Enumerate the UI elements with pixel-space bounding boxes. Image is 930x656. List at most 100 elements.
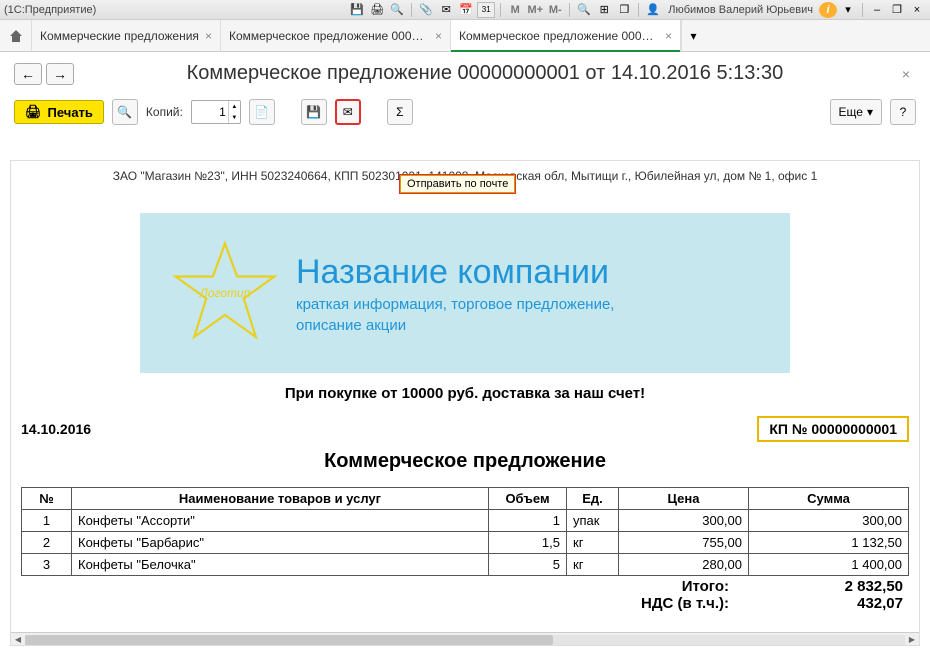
table-row: 1Конфеты "Ассорти"1упак300,00300,00 <box>22 510 909 532</box>
about-dropdown-icon[interactable]: ▾ <box>839 2 857 18</box>
info-icon[interactable]: i <box>819 2 837 18</box>
tab-commercial-offers[interactable]: Коммерческие предложения × <box>32 20 221 51</box>
cell-num: 3 <box>22 554 72 576</box>
copies-input-wrap: ▲▼ <box>191 100 241 124</box>
cell-price: 280,00 <box>619 554 749 576</box>
table-row: 2Конфеты "Барбарис"1,5кг755,001 132,50 <box>22 532 909 554</box>
calc-icon[interactable]: ⊞ <box>595 2 613 18</box>
tab-close-icon[interactable]: × <box>435 29 442 43</box>
document-date: 14.10.2016 <box>21 421 91 437</box>
header-name: Наименование товаров и услуг <box>72 488 489 510</box>
more-label: Еще <box>839 105 863 119</box>
page-header: ← → Коммерческое предложение 00000000001… <box>0 52 930 95</box>
titlebar-icons: 💾 🖨 🔍 📎 ✉ 📅 31 M M+ M- 🔍 ⊞ ❐ 👤 Любимов В… <box>348 2 926 18</box>
tab-offer-2[interactable]: Коммерческое предложение 00000000001 от … <box>451 20 681 51</box>
cell-price: 300,00 <box>619 510 749 532</box>
tabs-dropdown[interactable]: ▾ <box>681 20 705 51</box>
print-label: Печать <box>48 105 93 120</box>
title-bar: (1С:Предприятие) 💾 🖨 🔍 📎 ✉ 📅 31 M M+ M- … <box>0 0 930 20</box>
banner-subtitle-2: описание акции <box>296 317 614 334</box>
calendar-icon[interactable]: 📅 <box>457 2 475 18</box>
header-unit: Ед. <box>567 488 619 510</box>
user-name: Любимов Валерий Юрьевич <box>668 4 813 16</box>
sum-button[interactable]: Σ <box>387 99 413 125</box>
table-header-row: № Наименование товаров и услуг Объем Ед.… <box>22 488 909 510</box>
page-close-button[interactable]: × <box>896 66 916 82</box>
separator <box>638 3 639 17</box>
mminus-icon[interactable]: M- <box>546 2 564 18</box>
zoom-icon[interactable]: 🔍 <box>575 2 593 18</box>
logo-star: Логотип <box>170 238 280 348</box>
home-button[interactable] <box>0 20 32 51</box>
tab-label: Коммерческое предложение 00000000001 от … <box>459 29 659 43</box>
document-number: КП № 00000000001 <box>757 416 909 442</box>
mplus-icon[interactable]: M+ <box>526 2 544 18</box>
m-icon[interactable]: M <box>506 2 524 18</box>
vat-label: НДС (в т.ч.): <box>21 595 749 612</box>
totals: Итого: 2 832,50 НДС (в т.ч.): 432,07 <box>21 578 909 612</box>
copy-icon[interactable]: ❐ <box>615 2 633 18</box>
help-button[interactable]: ? <box>890 99 916 125</box>
close-icon[interactable]: × <box>908 2 926 18</box>
scroll-thumb[interactable] <box>25 635 553 645</box>
toolbar: 🖨 Печать 🔍 Копий: ▲▼ 📄 💾 ✉ Σ Еще ▾ ? <box>0 95 930 135</box>
header-num: № <box>22 488 72 510</box>
date31-icon[interactable]: 31 <box>477 2 495 18</box>
mail-icon[interactable]: ✉ <box>437 2 455 18</box>
cell-unit: кг <box>567 532 619 554</box>
total-value: 2 832,50 <box>749 578 909 595</box>
copies-spinner[interactable]: ▲▼ <box>228 101 240 123</box>
cell-num: 2 <box>22 532 72 554</box>
nav-buttons: ← → <box>14 63 74 85</box>
save-icon[interactable]: 💾 <box>348 2 366 18</box>
edit-template-button[interactable]: 📄 <box>249 99 275 125</box>
restore-icon[interactable]: ❐ <box>888 2 906 18</box>
document-area: ЗАО "Магазин №23", ИНН 5023240664, КПП 5… <box>10 160 920 646</box>
tab-offer-1[interactable]: Коммерческое предложение 00000000001 от … <box>221 20 451 51</box>
save-button[interactable]: 💾 <box>301 99 327 125</box>
horizontal-scrollbar[interactable]: ◀ ▶ <box>11 632 919 646</box>
header-volume: Объем <box>489 488 567 510</box>
cell-unit: упак <box>567 510 619 532</box>
vat-value: 432,07 <box>749 595 909 612</box>
print-button[interactable]: 🖨 Печать <box>14 100 104 124</box>
tab-close-icon[interactable]: × <box>205 29 212 43</box>
minimize-icon[interactable]: – <box>868 2 886 18</box>
cell-sum: 1 400,00 <box>749 554 909 576</box>
scroll-track[interactable] <box>25 635 905 645</box>
document-title: Коммерческое предложение <box>21 450 909 473</box>
logo-label: Логотип <box>200 286 251 300</box>
cell-sum: 300,00 <box>749 510 909 532</box>
cell-name: Конфеты "Ассорти" <box>72 510 489 532</box>
more-button[interactable]: Еще ▾ <box>830 99 882 125</box>
total-label: Итого: <box>21 578 749 595</box>
preview-button[interactable]: 🔍 <box>112 99 138 125</box>
tab-label: Коммерческое предложение 00000000001 от … <box>229 29 429 43</box>
cell-unit: кг <box>567 554 619 576</box>
cell-num: 1 <box>22 510 72 532</box>
tab-close-icon[interactable]: × <box>665 29 672 43</box>
table-row: 3Конфеты "Белочка"5кг280,001 400,00 <box>22 554 909 576</box>
search-page-icon[interactable]: 🔍 <box>388 2 406 18</box>
cell-volume: 1,5 <box>489 532 567 554</box>
items-table: № Наименование товаров и услуг Объем Ед.… <box>21 487 909 576</box>
promo-text: При покупке от 10000 руб. доставка за на… <box>21 385 909 402</box>
printer-icon: 🖨 <box>25 104 42 120</box>
cell-price: 755,00 <box>619 532 749 554</box>
scroll-left-icon[interactable]: ◀ <box>11 633 25 647</box>
printer-icon[interactable]: 🖨 <box>368 2 386 18</box>
send-mail-tooltip: Отправить по почте <box>400 175 515 193</box>
cell-volume: 5 <box>489 554 567 576</box>
send-mail-button[interactable]: ✉ <box>335 99 361 125</box>
nav-forward-button[interactable]: → <box>46 63 74 85</box>
cell-volume: 1 <box>489 510 567 532</box>
nav-back-button[interactable]: ← <box>14 63 42 85</box>
header-sum: Сумма <box>749 488 909 510</box>
user-icon[interactable]: 👤 <box>644 2 662 18</box>
scroll-right-icon[interactable]: ▶ <box>905 633 919 647</box>
company-banner: Логотип Название компании краткая информ… <box>140 213 790 373</box>
attach-icon[interactable]: 📎 <box>417 2 435 18</box>
cell-name: Конфеты "Белочка" <box>72 554 489 576</box>
meta-row: 14.10.2016 КП № 00000000001 <box>21 416 909 442</box>
page-title: Коммерческое предложение 00000000001 от … <box>74 62 896 85</box>
